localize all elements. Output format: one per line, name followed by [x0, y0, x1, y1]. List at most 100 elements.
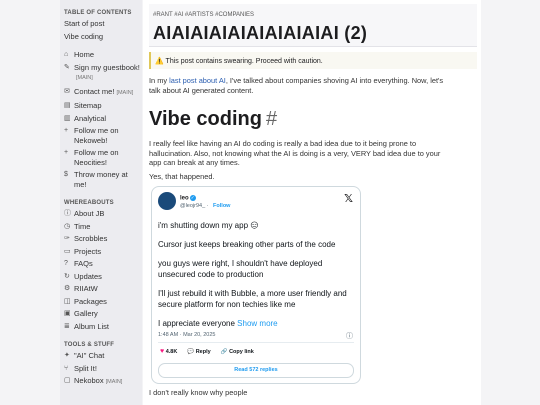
folder-icon: ▭	[64, 247, 71, 255]
sidebar-item[interactable]: ✎ Sign my guestbook! [MAIN]	[64, 63, 140, 84]
home-icon: ⌂	[64, 51, 69, 58]
sidebar-item-tag: [MAIN]	[116, 89, 134, 96]
post-tags[interactable]: #RANT #AI #ARTISTS #COMPANIES	[153, 12, 254, 18]
heart-icon: ♥	[160, 348, 165, 355]
sidebar-item[interactable]: Vibe coding	[64, 32, 140, 42]
tweet-line: i'm shutting down my app 😑	[158, 221, 259, 230]
pencil-icon: ✎	[64, 63, 70, 71]
sidebar-item-label: Vibe coding	[64, 31, 104, 41]
read-replies-button[interactable]: Read 572 replies	[158, 363, 354, 378]
sidebar-item-label: About JB	[74, 209, 105, 218]
sidebar-item-label: Time	[74, 221, 91, 231]
list-icon: ≣	[64, 322, 70, 330]
copy-link-button[interactable]: 🔗 Copy link	[221, 349, 254, 355]
sidebar-item-label: Projects	[74, 246, 102, 256]
sidebar-item-label: Gallery	[74, 309, 98, 318]
sidebar-item[interactable]: ✑ Scrobbles	[64, 234, 140, 244]
sidebar-item-label: Split It!	[74, 363, 97, 373]
copy-link-label: Copy link	[229, 348, 254, 355]
sidebar-item-label: FAQs	[74, 259, 93, 268]
sidebar-item[interactable]: ▤ Sitemap	[64, 101, 140, 111]
sidebar-item[interactable]: ▣ Gallery	[64, 309, 140, 319]
sidebar-item-label: RIIAtW	[74, 284, 98, 293]
sidebar-item[interactable]: ⓘ About JB	[64, 209, 140, 219]
sidebar-item-label: Start of post	[64, 19, 105, 28]
sidebar-item-label: Home	[74, 50, 95, 59]
tweet-timestamp[interactable]: 1:48 AM · Mar 20, 2025	[158, 332, 215, 338]
reply-label: Reply	[195, 348, 211, 355]
sidebar-item-label: Updates	[74, 271, 102, 281]
chart-icon: ▥	[64, 114, 71, 122]
split-icon: ⑂	[64, 364, 69, 372]
sidebar-item[interactable]: ◫ Packages	[64, 297, 140, 307]
sidebar-item[interactable]: + Follow me on Neocities!	[64, 148, 140, 167]
tweet-author[interactable]: leo ✓	[180, 195, 196, 202]
tweet-line: Cursor just keeps breaking other parts o…	[158, 240, 336, 249]
avatar[interactable]	[158, 192, 176, 210]
intro-pre: In my	[149, 76, 170, 85]
info-icon[interactable]: ⓘ	[346, 331, 353, 341]
sidebar-item[interactable]: ? FAQs	[64, 259, 140, 269]
sidebar-item-label: Follow me on Neocities!	[74, 148, 119, 167]
post-header: #RANT #AI #ARTISTS #COMPANIES AIAIAIAIAI…	[149, 4, 477, 47]
author-name: leo	[180, 195, 189, 202]
sidebar-item-label: "AI" Chat	[74, 351, 105, 360]
package-icon: ◫	[64, 297, 71, 305]
sidebar-item[interactable]: Start of post	[64, 19, 140, 29]
sidebar-item-label: Analytical	[74, 113, 107, 123]
anchor-link[interactable]: #	[266, 108, 277, 130]
sidebar-item[interactable]: ✉ Contact me! [MAIN]	[64, 87, 140, 99]
last-post-link[interactable]: last post about AI	[169, 76, 226, 85]
link-icon: 🔗	[220, 348, 228, 355]
reply-icon: 💬	[187, 348, 195, 355]
sidebar-section-heading: TABLE OF CONTENTS	[64, 10, 132, 16]
sidebar-item-label: Throw money at me!	[74, 170, 128, 189]
paragraph: Yes, that happened.	[149, 172, 215, 181]
tweet-actions: ♥ 4.8K 💬 Reply 🔗 Copy link	[160, 348, 254, 355]
sidebar-item[interactable]: ≣ Album List	[64, 322, 140, 332]
sidebar-item[interactable]: ⌂ Home	[64, 50, 140, 60]
sidebar-item-label: Scrobbles	[74, 234, 108, 243]
money-icon: $	[64, 171, 68, 178]
box-icon: ▢	[64, 377, 71, 384]
follow-button[interactable]: Follow	[213, 203, 230, 209]
divider	[158, 342, 354, 343]
x-logo-icon[interactable]: 𝕏	[344, 192, 353, 205]
plus-icon: +	[64, 127, 69, 134]
tweet-handle: @leojr94_ · Follow	[180, 203, 231, 209]
sidebar-item-label: Follow me on Nekoweb!	[74, 126, 119, 145]
paragraph: I really feel like having an AI do codin…	[149, 139, 441, 167]
sidebar-item[interactable]: ▥ Analytical	[64, 114, 140, 124]
sidebar-item[interactable]: $ Throw money at me!	[64, 170, 140, 189]
sidebar-item-label: Sign my guestbook!	[74, 62, 140, 72]
clock-icon: ◷	[64, 222, 71, 230]
sidebar-item[interactable]: ⑂ Split It!	[64, 364, 140, 374]
plus-icon: +	[64, 149, 69, 156]
section-heading: Vibe coding #	[149, 108, 277, 131]
warning-icon: ⚠️	[155, 58, 164, 65]
sidebar-item-label: Album List	[74, 321, 110, 331]
sidebar-item[interactable]: ↻ Updates	[64, 272, 140, 282]
show-more-link[interactable]: Show more	[237, 319, 277, 328]
sidebar-item[interactable]: ▭ Projects	[64, 247, 140, 257]
tweet-line: you guys were right, I shouldn't have de…	[158, 259, 323, 279]
sitemap-icon: ▤	[64, 102, 71, 109]
mail-icon: ✉	[64, 87, 70, 95]
sidebar-item-label: Nekobox	[74, 376, 104, 385]
sidebar-item[interactable]: ◷ Time	[64, 222, 140, 232]
sidebar-item-tag: [MAIN]	[76, 75, 93, 81]
reply-button[interactable]: 💬 Reply	[187, 349, 210, 355]
gear-icon: ⚙	[64, 285, 71, 292]
sidebar-item[interactable]: ⚙ RIIAtW	[64, 284, 140, 294]
sidebar-item[interactable]: ▢ Nekobox [MAIN]	[64, 376, 140, 388]
refresh-icon: ↻	[64, 272, 70, 280]
sidebar-item[interactable]: ✦ "AI" Chat	[64, 351, 140, 361]
image-icon: ▣	[64, 310, 71, 317]
embedded-tweet[interactable]: leo ✓ @leojr94_ · Follow 𝕏 i'm shutting d…	[151, 186, 361, 384]
tweet-line: I appreciate everyone Show more	[158, 318, 354, 329]
paragraph: I don't really know why people	[149, 388, 248, 397]
like-button[interactable]: ♥ 4.8K	[160, 348, 177, 355]
sidebar-item[interactable]: + Follow me on Nekoweb!	[64, 126, 140, 145]
